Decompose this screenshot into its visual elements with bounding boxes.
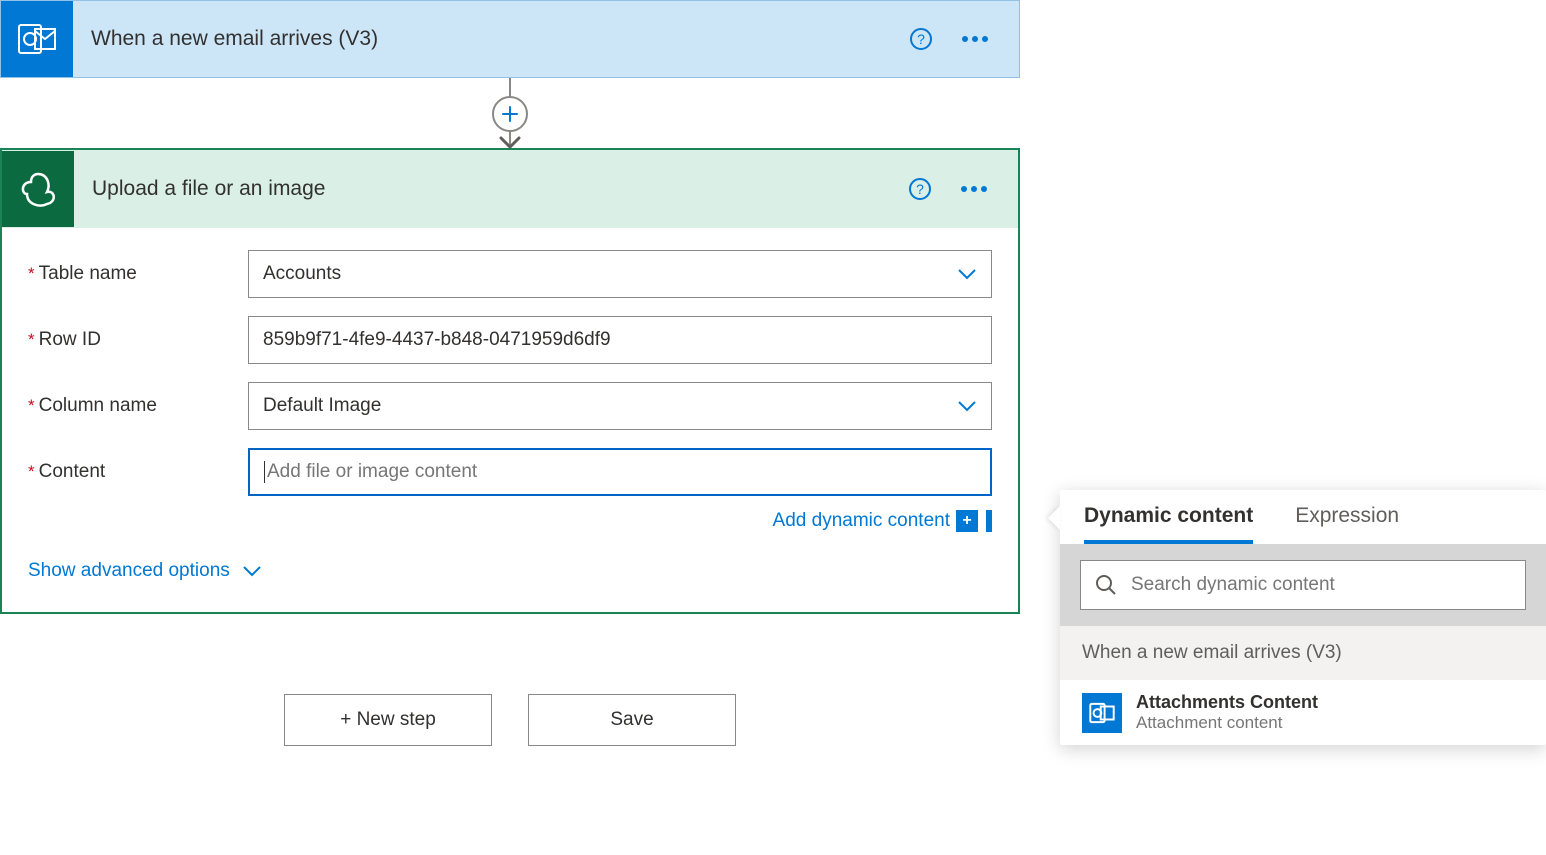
action-header[interactable]: Upload a file or an image ? bbox=[2, 150, 1018, 228]
svg-text:?: ? bbox=[917, 31, 925, 47]
more-icon[interactable] bbox=[961, 35, 989, 43]
action-card: Upload a file or an image ? *Table name … bbox=[0, 148, 1020, 614]
table-name-value: Accounts bbox=[263, 263, 341, 285]
column-name-select[interactable]: Default Image bbox=[248, 382, 992, 430]
chevron-down-icon bbox=[242, 565, 262, 577]
show-advanced-options-link[interactable]: Show advanced options bbox=[28, 560, 262, 582]
search-icon bbox=[1095, 574, 1117, 596]
svg-text:?: ? bbox=[916, 181, 924, 197]
help-icon[interactable]: ? bbox=[908, 177, 932, 201]
table-name-select[interactable]: Accounts bbox=[248, 250, 992, 298]
action-title: Upload a file or an image bbox=[74, 177, 908, 201]
help-icon[interactable]: ? bbox=[909, 27, 933, 51]
connector bbox=[0, 78, 1020, 148]
content-input[interactable]: Add file or image content bbox=[248, 448, 992, 496]
chevron-down-icon bbox=[957, 268, 977, 280]
trigger-card[interactable]: When a new email arrives (V3) ? bbox=[0, 0, 1020, 78]
column-name-label: *Column name bbox=[28, 395, 248, 417]
save-button[interactable]: Save bbox=[528, 694, 736, 746]
table-name-label: *Table name bbox=[28, 263, 248, 285]
dataverse-icon bbox=[2, 151, 74, 227]
tab-dynamic-content[interactable]: Dynamic content bbox=[1084, 504, 1253, 544]
dynamic-search-input[interactable] bbox=[1080, 560, 1526, 610]
outlook-icon bbox=[1082, 693, 1122, 733]
column-name-value: Default Image bbox=[263, 395, 381, 417]
more-icon[interactable] bbox=[960, 185, 988, 193]
content-label: *Content bbox=[28, 461, 248, 483]
content-placeholder: Add file or image content bbox=[267, 461, 477, 483]
dynamic-item-subtitle: Attachment content bbox=[1136, 713, 1318, 733]
dynamic-item-attachments-content[interactable]: Attachments Content Attachment content bbox=[1060, 680, 1546, 745]
outlook-icon bbox=[1, 1, 73, 77]
row-id-input[interactable] bbox=[248, 316, 992, 364]
panel-caret bbox=[1048, 506, 1060, 530]
add-dynamic-plus-icon[interactable]: + bbox=[956, 510, 978, 532]
dynamic-item-title: Attachments Content bbox=[1136, 692, 1318, 713]
row-id-label: *Row ID bbox=[28, 329, 248, 351]
row-id-value[interactable] bbox=[263, 329, 977, 351]
dynamic-content-panel: Dynamic content Expression When a new em… bbox=[1060, 490, 1546, 745]
dynamic-section-header: When a new email arrives (V3) bbox=[1060, 626, 1546, 680]
arrow-down-icon bbox=[499, 136, 521, 150]
trigger-title: When a new email arrives (V3) bbox=[73, 27, 909, 51]
resize-handle[interactable] bbox=[986, 510, 992, 532]
tab-expression[interactable]: Expression bbox=[1295, 504, 1399, 544]
chevron-down-icon bbox=[957, 400, 977, 412]
add-dynamic-content-link[interactable]: Add dynamic content bbox=[773, 510, 950, 532]
new-step-button[interactable]: + New step bbox=[284, 694, 492, 746]
insert-step-button[interactable] bbox=[492, 96, 528, 132]
